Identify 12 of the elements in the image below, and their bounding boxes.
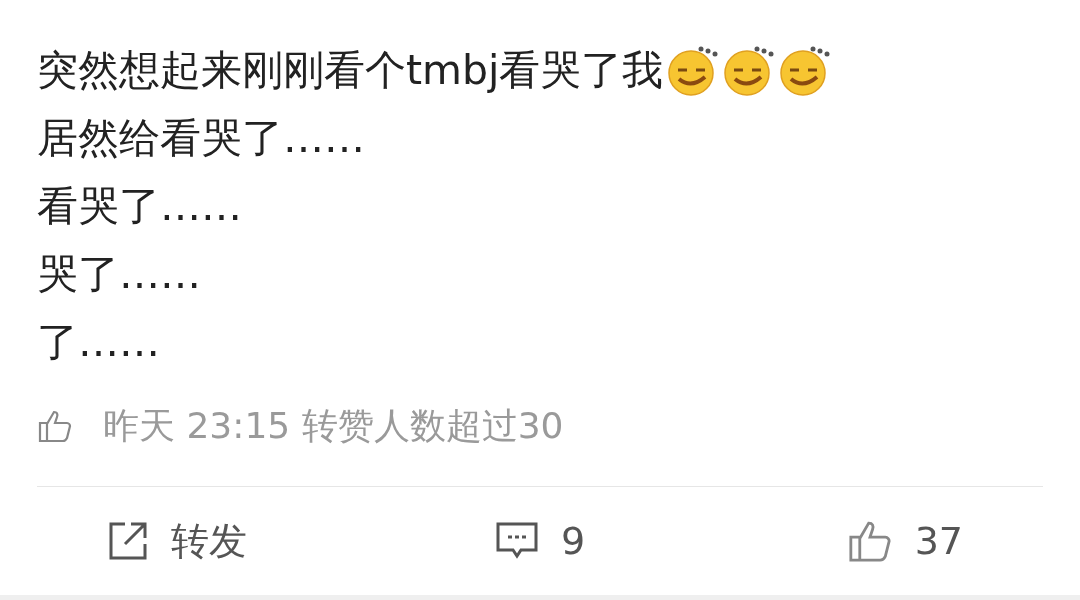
post-text: 居然给看哭了……	[37, 112, 365, 164]
post-text: 哭了……	[37, 248, 201, 300]
repost-button[interactable]: 转发	[107, 515, 247, 567]
like-button[interactable]: 37	[846, 518, 963, 564]
post-text: 突然想起来刚刚看个tmbj看哭了我	[37, 44, 664, 96]
post-meta: 昨天 23:15 转赞人数超过30	[103, 403, 564, 448]
thumbs-up-icon	[37, 408, 73, 444]
comment-icon[interactable]	[494, 521, 539, 561]
post-text: 了……	[37, 316, 160, 368]
share-icon[interactable]	[107, 520, 149, 562]
post-text: 看哭了……	[37, 180, 242, 232]
comment-button[interactable]: 9	[494, 519, 586, 563]
